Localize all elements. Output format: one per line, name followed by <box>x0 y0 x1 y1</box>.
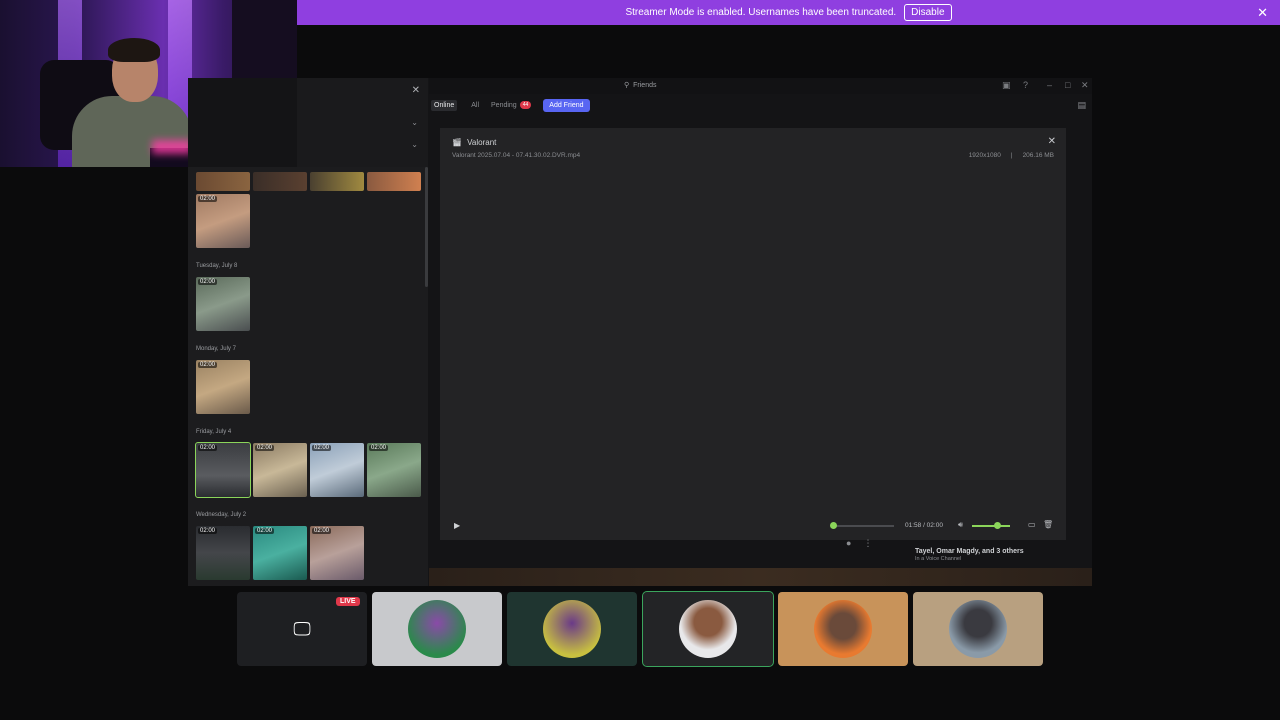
clip-thumbnail[interactable]: 02:00 <box>196 277 250 331</box>
clips-scrollbar[interactable] <box>425 167 428 287</box>
voice-activity[interactable]: Tayel, Omar Magdy, and 3 others In a Voi… <box>915 548 1024 562</box>
help-icon[interactable]: ? <box>1023 80 1028 90</box>
clip-duration: 02:00 <box>255 445 275 451</box>
tab-online[interactable]: Online <box>431 99 458 111</box>
minimize-icon[interactable]: – <box>1047 80 1052 90</box>
clip-duration: 02:00 <box>198 445 218 451</box>
play-icon[interactable]: ▶ <box>454 521 460 530</box>
screen-share-icon: 🖵︎ <box>293 618 311 639</box>
viewer-size: 206.16 MB <box>1022 152 1054 159</box>
clip-group-label: Tuesday, July 8 <box>196 263 238 269</box>
clip-group-label: Friday, July 4 <box>196 429 232 435</box>
clip-thumbnail[interactable] <box>310 172 364 191</box>
pending-label: Pending <box>491 101 517 109</box>
clip-thumbnail[interactable]: 02:00 <box>253 526 307 580</box>
playback-time: 01:58 / 02:00 <box>905 522 943 529</box>
avatar <box>949 600 1007 658</box>
tab-all[interactable]: All <box>471 102 479 109</box>
keyboard-glow <box>152 140 192 154</box>
voice-names: Tayel, Omar Magdy, and 3 others <box>915 548 1024 555</box>
chat-icon[interactable]: ● <box>846 538 851 549</box>
clip-duration: 02:00 <box>312 528 332 534</box>
clip-viewer: 🎬︎ Valorant Valorant 2025.07.04 - 07.41.… <box>440 128 1066 540</box>
clip-thumbnail[interactable]: 02:00 <box>196 194 250 248</box>
screen: Streamer Mode is enabled. Usernames have… <box>0 0 1280 720</box>
friends-toolbar: Online All Pending 44 Add Friend ▤ <box>429 95 1092 115</box>
clip-thumbnail[interactable]: 02:00 <box>310 443 364 497</box>
new-dm-icon[interactable]: ▤ <box>1077 100 1086 111</box>
volume-icon[interactable]: 🔊︎ <box>958 520 963 530</box>
viewer-filename: Valorant 2025.07.04 - 07.41.30.02.DVR.mp… <box>452 152 581 159</box>
seek-handle[interactable] <box>830 522 838 529</box>
clip-group-label: Monday, July 7 <box>196 346 236 352</box>
viewer-game: Valorant <box>467 138 497 147</box>
viewer-separator: | <box>1010 152 1013 159</box>
avatar <box>408 600 466 658</box>
call-tile-user[interactable] <box>372 592 502 666</box>
clip-thumbnail[interactable]: 02:00 <box>310 526 364 580</box>
clip-duration: 02:00 <box>198 196 218 202</box>
call-tile-user[interactable] <box>913 592 1043 666</box>
clip-thumbnail[interactable] <box>253 172 307 191</box>
seek-bar[interactable] <box>832 525 894 527</box>
chevron-down-icon[interactable]: ⌄ <box>411 118 418 127</box>
person-hair <box>108 38 160 62</box>
window-title: ⚲ Friends <box>624 81 657 90</box>
clip-thumbnail[interactable] <box>196 172 250 191</box>
clips-panel-header: ✕ ⌄ ⌄ <box>297 78 428 170</box>
banner-message: Streamer Mode is enabled. Usernames have… <box>625 7 897 18</box>
clip-duration: 02:00 <box>255 528 275 534</box>
avatar <box>814 600 872 658</box>
clip-thumbnail-selected[interactable]: 02:00 <box>195 442 251 498</box>
viewer-title: 🎬︎ Valorant <box>452 138 496 147</box>
friends-icon: ⚲ <box>624 82 630 89</box>
add-friend-button[interactable]: Add Friend <box>543 98 590 112</box>
clip-thumbnail[interactable]: 02:00 <box>253 443 307 497</box>
viewer-meta: 1920x1080 | 206.16 MB <box>969 152 1054 159</box>
trash-icon[interactable]: 🗑︎ <box>1043 520 1053 529</box>
folder-icon[interactable]: ▭ <box>1028 520 1036 529</box>
maximize-icon[interactable]: □ <box>1065 80 1070 90</box>
clip-thumbnail[interactable]: 02:00 <box>196 360 250 414</box>
streamer-mode-banner: Streamer Mode is enabled. Usernames have… <box>297 0 1280 25</box>
close-viewer-icon[interactable]: ✕ <box>1048 136 1056 147</box>
more-icon[interactable]: ⋮ <box>863 538 872 549</box>
clip-duration: 02:00 <box>198 362 218 368</box>
clip-thumbnail[interactable]: 02:00 <box>196 526 250 580</box>
pending-badge: 44 <box>519 101 532 109</box>
call-tile-user-speaking[interactable] <box>642 591 774 667</box>
playback-controls: ▶ 01:58 / 02:00 🔊︎ ▭ 🗑︎ <box>440 518 1066 534</box>
close-window-icon[interactable]: ✕ <box>1081 80 1089 91</box>
clip-duration: 02:00 <box>198 279 218 285</box>
avatar <box>679 600 737 658</box>
viewer-resolution: 1920x1080 <box>968 152 1001 159</box>
window-title-text: Friends <box>633 81 657 89</box>
clip-duration: 02:00 <box>198 528 218 534</box>
avatar <box>543 600 601 658</box>
close-icon[interactable]: ✕ <box>1257 5 1268 21</box>
call-tile-user[interactable] <box>507 592 637 666</box>
call-tile-user[interactable] <box>778 592 908 666</box>
voice-subtitle: In a Voice Channel <box>915 556 962 562</box>
clapper-icon: 🎬︎ <box>452 138 463 147</box>
activity-icons: ● ⋮ <box>846 538 872 549</box>
close-clips-icon[interactable]: ✕ <box>412 85 420 96</box>
tab-pending[interactable]: Pending 44 <box>491 101 532 109</box>
disable-button[interactable]: Disable <box>904 4 952 21</box>
live-badge: LIVE <box>336 597 360 606</box>
activity-area: ● ⋮ Tayel, Omar Magdy, and 3 others In a… <box>429 538 1092 568</box>
title-bar: ⚲ Friends ▣ ? – □ ✕ <box>429 78 1092 94</box>
clip-duration: 02:00 <box>312 445 332 451</box>
clip-group-label: Wednesday, July 2 <box>196 512 247 518</box>
chevron-down-icon[interactable]: ⌄ <box>411 140 418 149</box>
volume-handle[interactable] <box>993 522 1001 529</box>
inbox-icon[interactable]: ▣ <box>1002 80 1011 91</box>
clip-duration: 02:00 <box>369 445 389 451</box>
clip-thumbnail[interactable]: 02:00 <box>367 443 421 497</box>
status-strip <box>429 568 1092 586</box>
clip-thumbnail[interactable] <box>367 172 421 191</box>
volume-slider[interactable] <box>972 525 1010 527</box>
